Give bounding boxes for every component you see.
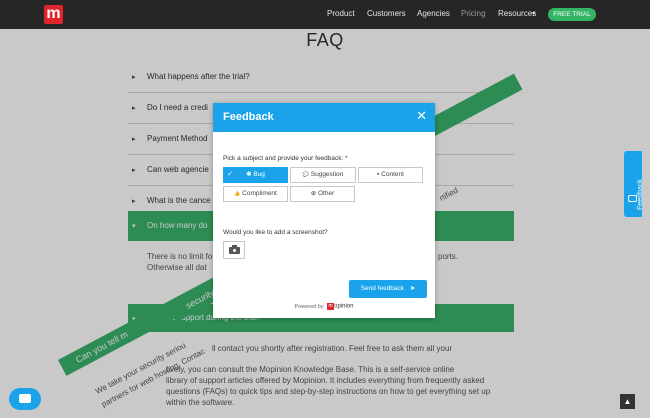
chat-button[interactable] bbox=[9, 388, 41, 410]
send-icon: ➤ bbox=[409, 285, 416, 292]
option-label: Other bbox=[318, 190, 335, 197]
comment-icon bbox=[628, 195, 637, 202]
free-trial-button[interactable]: FREE TRIAL bbox=[548, 8, 596, 21]
modal-title: Feedback bbox=[223, 111, 274, 123]
powered-by-label: Powered by bbox=[294, 303, 324, 310]
option-other[interactable]: ⊕ Other bbox=[290, 186, 355, 202]
modal-header: Feedback ✕ bbox=[213, 103, 435, 132]
plus-circle-icon: ⊕ bbox=[310, 190, 317, 197]
option-suggestion[interactable]: 💬 Suggestion bbox=[290, 167, 356, 183]
check-icon: ✓ bbox=[227, 171, 233, 178]
mopinion-logo[interactable]: m bbox=[44, 5, 63, 24]
option-label: Bug bbox=[253, 171, 265, 178]
top-nav: m Product Customers Agencies Pricing Res… bbox=[0, 0, 650, 29]
send-feedback-button[interactable]: Send feedback ➤ bbox=[349, 280, 427, 298]
nav-customers[interactable]: Customers bbox=[367, 9, 406, 18]
send-label: Send feedback bbox=[360, 285, 405, 292]
option-bug[interactable]: ✓ ✱ Bug bbox=[223, 167, 288, 183]
option-compliment[interactable]: 👍 Compliment bbox=[223, 186, 288, 202]
chat-icon bbox=[19, 394, 31, 403]
option-label: Suggestion bbox=[310, 171, 344, 178]
option-label: Content bbox=[381, 171, 404, 178]
powered-by: Powered by mopinion bbox=[213, 303, 435, 310]
screenshot-button[interactable] bbox=[223, 241, 245, 259]
option-label: Compliment bbox=[242, 190, 277, 197]
camera-icon-lens bbox=[232, 248, 237, 253]
thumbs-up-icon: 👍 bbox=[234, 191, 241, 197]
nav-resources[interactable]: Resources bbox=[498, 9, 536, 18]
document-icon: ▪ bbox=[377, 171, 380, 178]
nav-pricing[interactable]: Pricing bbox=[461, 9, 485, 18]
close-icon[interactable]: ✕ bbox=[416, 109, 427, 123]
brand-name: opinion bbox=[334, 303, 354, 310]
feedback-tab-label: Feedback bbox=[637, 179, 644, 210]
feedback-modal: Feedback ✕ Pick a subject and provide yo… bbox=[213, 103, 435, 318]
scroll-top-button[interactable]: ▲ bbox=[620, 394, 635, 409]
option-content[interactable]: ▪ Content bbox=[358, 167, 423, 183]
nav-agencies[interactable]: Agencies bbox=[417, 9, 450, 18]
feedback-side-tab[interactable]: Feedback bbox=[624, 151, 644, 217]
nav-product[interactable]: Product bbox=[327, 9, 355, 18]
chevron-down-icon: ▾ bbox=[532, 11, 536, 17]
screenshot-prompt: Would you like to add a screenshot? bbox=[223, 229, 328, 236]
comment-icon: 💬 bbox=[302, 172, 309, 178]
subject-prompt: Pick a subject and provide your feedback… bbox=[223, 155, 348, 162]
